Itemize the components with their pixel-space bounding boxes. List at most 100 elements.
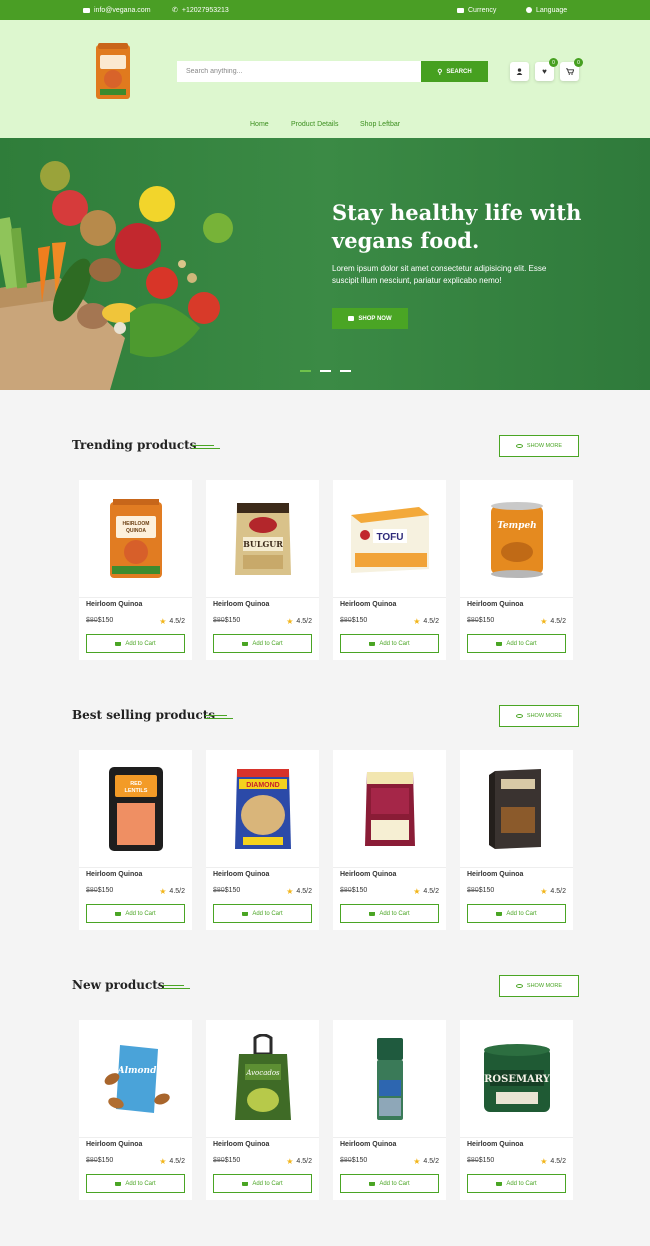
product-rating: ★ 4.5/2	[159, 887, 185, 896]
email-contact[interactable]: info@vegana.com	[83, 0, 151, 20]
product-card[interactable]: DIAMOND Heirloom Quinoa $80$150 ★ 4.5/2 A…	[206, 750, 319, 930]
wishlist-button[interactable]: ♥ 0	[535, 58, 558, 81]
section-title: New products	[72, 978, 165, 992]
old-price: $80	[86, 1157, 98, 1164]
add-to-cart-button[interactable]: Add to Cart	[213, 1174, 312, 1193]
product-rating: ★ 4.5/2	[540, 1157, 566, 1166]
product-image[interactable]: RED LENTILS	[79, 750, 192, 868]
product-card[interactable]: Almond Heirloom Quinoa $80$150 ★ 4.5/2 Ad…	[79, 1020, 192, 1200]
star-icon: ★	[159, 617, 167, 626]
show-more-button[interactable]: SHOW MORE	[499, 705, 579, 727]
product-card[interactable]: HEIRLOOM QUINOA Heirloom Quinoa $80$150 …	[79, 480, 192, 660]
add-to-cart-button[interactable]: Add to Cart	[340, 904, 439, 923]
product-name[interactable]: Heirloom Quinoa	[340, 601, 396, 608]
product-name[interactable]: Heirloom Quinoa	[213, 601, 269, 608]
add-to-cart-button[interactable]: Add to Cart	[340, 1174, 439, 1193]
account-button[interactable]	[510, 62, 529, 81]
product-name[interactable]: Heirloom Quinoa	[86, 871, 142, 878]
product-card[interactable]: TOFU Heirloom Quinoa $80$150 ★ 4.5/2 Add …	[333, 480, 446, 660]
product-card[interactable]: Heirloom Quinoa $80$150 ★ 4.5/2 Add to Ca…	[460, 750, 573, 930]
add-to-cart-button[interactable]: Add to Cart	[340, 634, 439, 653]
old-price: $80	[213, 1157, 225, 1164]
svg-text:LENTILS: LENTILS	[124, 788, 147, 794]
currency-label: Currency	[468, 6, 497, 14]
product-name[interactable]: Heirloom Quinoa	[467, 601, 523, 608]
phone-contact[interactable]: ✆ +12027953213	[172, 0, 229, 20]
product-image[interactable]: TOFU	[333, 480, 446, 598]
slider-dot-3[interactable]	[340, 370, 351, 372]
product-image[interactable]	[333, 750, 446, 868]
add-to-cart-button[interactable]: Add to Cart	[467, 904, 566, 923]
product-image[interactable]: ROSEMARY	[460, 1020, 573, 1138]
product-name[interactable]: Heirloom Quinoa	[86, 601, 142, 608]
shop-now-button[interactable]: SHOP NOW	[332, 308, 408, 329]
currency-selector[interactable]: Currency	[457, 0, 496, 20]
product-name[interactable]: Heirloom Quinoa	[340, 1141, 396, 1148]
nav-home[interactable]: Home	[250, 121, 269, 128]
add-to-cart-button[interactable]: Add to Cart	[86, 904, 185, 923]
slider-dot-1[interactable]	[300, 370, 311, 372]
spice-box-image	[488, 768, 541, 849]
product-price: $80$150	[340, 887, 367, 894]
add-to-cart-label: Add to Cart	[252, 910, 283, 917]
cart-icon	[242, 1181, 249, 1186]
cart-button[interactable]: 0	[560, 58, 583, 81]
product-name[interactable]: Heirloom Quinoa	[467, 1141, 523, 1148]
show-more-button[interactable]: SHOW MORE	[499, 975, 579, 997]
product-card[interactable]: Heirloom Quinoa $80$150 ★ 4.5/2 Add to Ca…	[333, 1020, 446, 1200]
add-to-cart-button[interactable]: Add to Cart	[86, 634, 185, 653]
product-card[interactable]: ROSEMARY Heirloom Quinoa $80$150 ★ 4.5/2 …	[460, 1020, 573, 1200]
show-more-button[interactable]: SHOW MORE	[499, 435, 579, 457]
product-image[interactable]: Almond	[79, 1020, 192, 1138]
star-icon: ★	[286, 617, 294, 626]
product-card[interactable]: RED LENTILS Heirloom Quinoa $80$150 ★ 4.5…	[79, 750, 192, 930]
product-image[interactable]: Avocados	[206, 1020, 319, 1138]
product-card[interactable]: Avocados Heirloom Quinoa $80$150 ★ 4.5/2 …	[206, 1020, 319, 1200]
product-name[interactable]: Heirloom Quinoa	[86, 1141, 142, 1148]
add-to-cart-label: Add to Cart	[379, 640, 410, 647]
old-price: $80	[467, 617, 479, 624]
product-image[interactable]: DIAMOND	[206, 750, 319, 868]
product-name[interactable]: Heirloom Quinoa	[213, 1141, 269, 1148]
search-input[interactable]	[177, 61, 422, 82]
nav-shop-leftbar[interactable]: Shop Leftbar	[360, 121, 400, 128]
shop-now-label: SHOP NOW	[358, 315, 392, 322]
product-card[interactable]: Heirloom Quinoa $80$150 ★ 4.5/2 Add to Ca…	[333, 750, 446, 930]
add-to-cart-button[interactable]: Add to Cart	[86, 1174, 185, 1193]
product-image[interactable]	[460, 750, 573, 868]
add-to-cart-button[interactable]: Add to Cart	[467, 1174, 566, 1193]
product-card[interactable]: BULGUR Heirloom Quinoa $80$150 ★ 4.5/2 Ad…	[206, 480, 319, 660]
current-price: $150	[97, 887, 114, 894]
star-icon: ★	[413, 617, 421, 626]
product-image[interactable]: HEIRLOOM QUINOA	[79, 480, 192, 598]
add-to-cart-label: Add to Cart	[506, 640, 537, 647]
product-price: $80$150	[86, 617, 113, 624]
product-image[interactable]: Tempeh	[460, 480, 573, 598]
nav-product-details[interactable]: Product Details	[291, 121, 338, 128]
product-name[interactable]: Heirloom Quinoa	[467, 871, 523, 878]
product-image[interactable]: BULGUR	[206, 480, 319, 598]
tempeh-can-image: Tempeh	[490, 501, 543, 578]
product-image[interactable]	[333, 1020, 446, 1138]
cart-icon	[565, 68, 574, 75]
diamond-chickpeas-pack-image: DIAMOND	[234, 768, 291, 849]
add-to-cart-label: Add to Cart	[125, 640, 156, 647]
add-to-cart-button[interactable]: Add to Cart	[213, 634, 312, 653]
slider-dot-2[interactable]	[320, 370, 331, 372]
product-name[interactable]: Heirloom Quinoa	[340, 871, 396, 878]
rating-value: 4.5/2	[296, 888, 312, 895]
old-price: $80	[213, 617, 225, 624]
title-decoration	[192, 445, 220, 451]
language-selector[interactable]: Language	[526, 0, 567, 20]
add-to-cart-button[interactable]: Add to Cart	[467, 634, 566, 653]
add-to-cart-button[interactable]: Add to Cart	[213, 904, 312, 923]
star-icon: ★	[286, 1157, 294, 1166]
add-to-cart-label: Add to Cart	[379, 910, 410, 917]
search-button[interactable]: ⚲ SEARCH	[421, 61, 488, 82]
user-icon	[516, 68, 523, 75]
product-name[interactable]: Heirloom Quinoa	[213, 871, 269, 878]
rating-value: 4.5/2	[550, 888, 566, 895]
product-rating: ★ 4.5/2	[159, 1157, 185, 1166]
logo[interactable]	[94, 41, 132, 101]
product-card[interactable]: Tempeh Heirloom Quinoa $80$150 ★ 4.5/2 Ad…	[460, 480, 573, 660]
